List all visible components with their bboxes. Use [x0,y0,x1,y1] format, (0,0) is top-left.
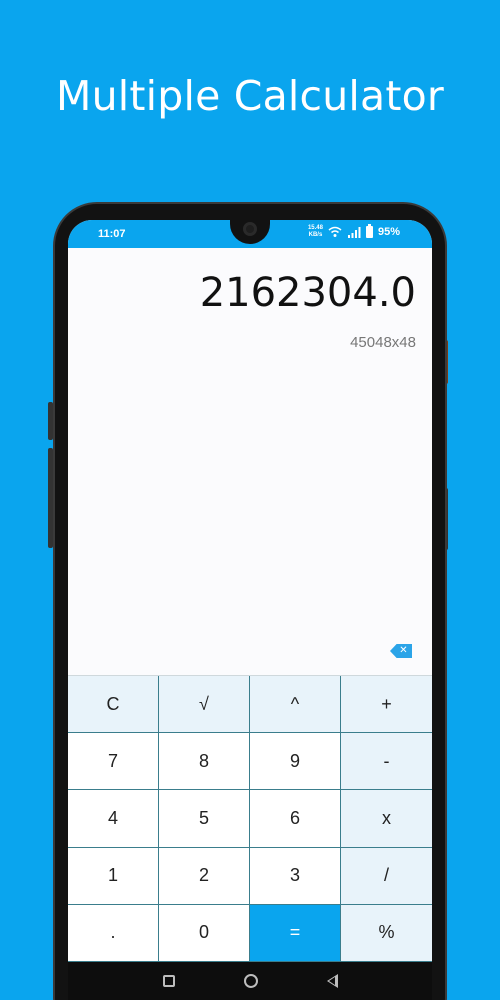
battery-icon [365,224,373,238]
back-icon[interactable] [326,974,338,988]
backspace-icon[interactable]: ✕ [390,644,412,658]
expression-text: 45048x48 [350,334,416,351]
calculator-display: 2162304.0 45048x48 ✕ [68,248,432,675]
phone-screen: 11:07 15.48 KB/s 95% 2162304.0 45048x48 … [68,220,432,1000]
keypad: C √ ^ +7 8 9- 4 5 6 x 1 2 3/. 0 =% [68,675,432,962]
result-value: 2162304.0 [199,270,416,316]
signal-icon [347,227,361,238]
key-clear-button[interactable]: C [68,676,159,734]
key-digit-2-button[interactable]: 2 [159,847,250,905]
key-digit-9-button[interactable]: 9 [250,733,341,791]
status-time: 11:07 [98,228,126,240]
key-power-button[interactable]: ^ [250,676,341,734]
key-percent-button[interactable]: % [341,904,432,962]
key-minus-button[interactable]: - [341,733,432,791]
key-sqrt-button[interactable]: √ [159,676,250,734]
key-digit-4-button[interactable]: 4 [68,790,159,848]
wifi-icon [328,226,342,237]
key-digit-8-button[interactable]: 8 [159,733,250,791]
navigation-bar [68,962,432,1000]
camera-icon [243,222,257,236]
recents-icon[interactable] [162,975,175,987]
home-icon[interactable] [243,974,258,988]
key-decimal-button[interactable]: . [68,904,159,962]
key-equals-button[interactable]: = [250,904,341,962]
network-speed: 15.48 KB/s [307,225,323,238]
battery-percent: 95% [377,226,400,238]
status-icons: 15.48 KB/s 95% [307,224,400,239]
key-digit-5-button[interactable]: 5 [159,790,250,848]
promo-title: Multiple Calculator [56,72,444,120]
key-digit-6-button[interactable]: 6 [250,790,341,848]
key-digit-3-button[interactable]: 3 [250,847,341,905]
key-plus-button[interactable]: + [341,676,432,734]
key-digit-0-button[interactable]: 0 [159,904,250,962]
key-divide-button[interactable]: / [341,847,432,905]
status-bar: 11:07 15.48 KB/s 95% [68,220,432,248]
key-digit-1-button[interactable]: 1 [68,847,159,905]
key-digit-7-button[interactable]: 7 [68,733,159,791]
key-multiply-button[interactable]: x [341,790,432,848]
